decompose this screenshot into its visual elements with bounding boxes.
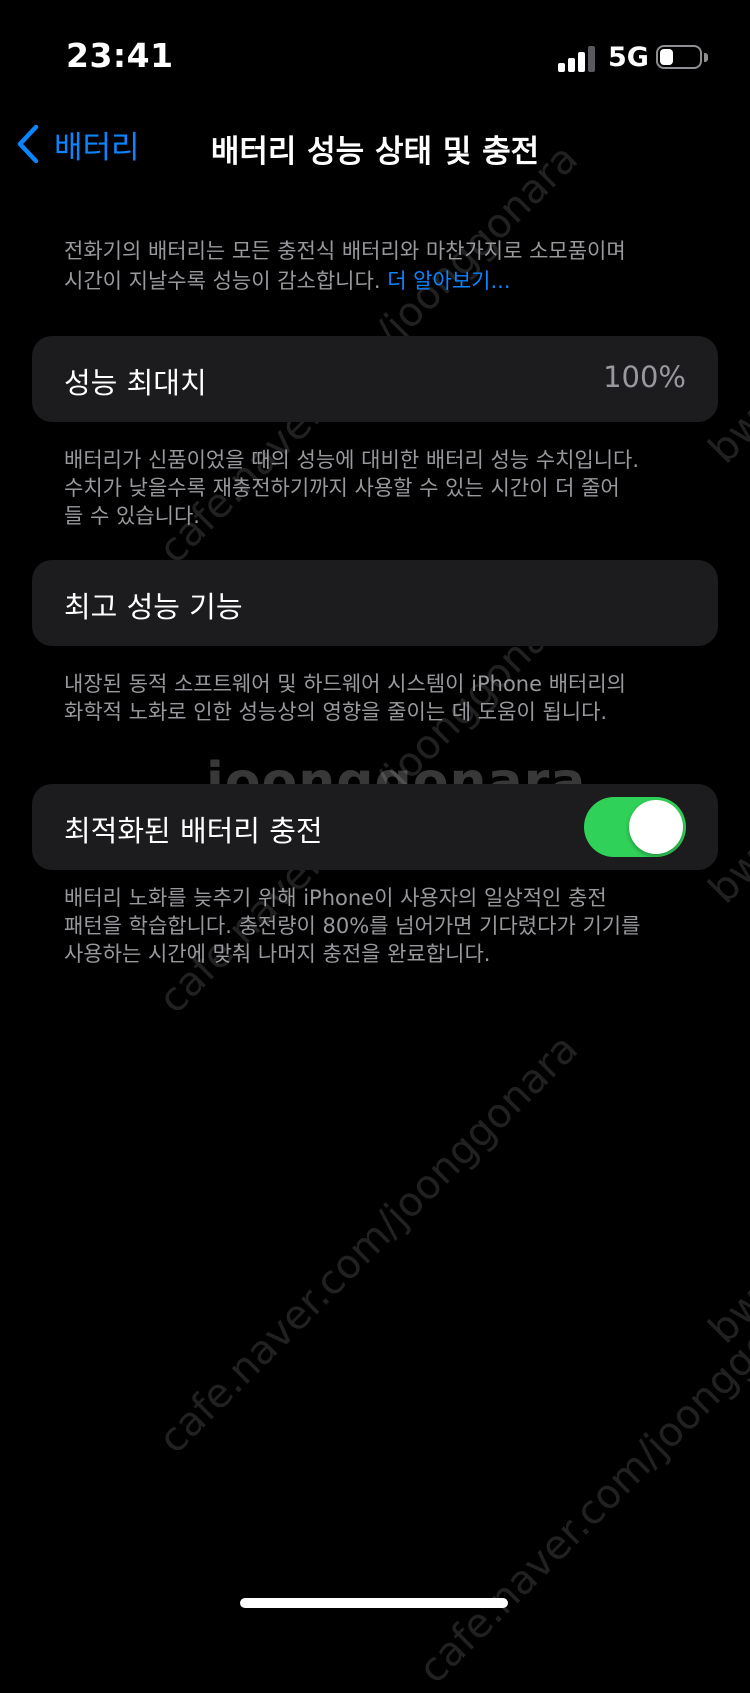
watermark-url-4: cafe.naver.com/joonggonara bbox=[410, 1255, 750, 1693]
optimized-charging-label: 최적화된 배터리 충전 bbox=[64, 814, 323, 848]
peak-performance-label: 최고 성능 기능 bbox=[64, 590, 243, 624]
max-capacity-value: 100% bbox=[603, 360, 686, 394]
footnote-line: 배터리 노화를 늦추기 위해 iPhone이 사용자의 일상적인 충전 bbox=[64, 886, 607, 910]
footnote-line: 패턴을 학습합니다. 충전량이 80%를 넘어가면 기다렸다가 기기를 bbox=[64, 914, 641, 938]
navigation-bar: 배터리 배터리 성능 상태 및 충전 bbox=[0, 112, 750, 176]
status-bar: 23:41 5G bbox=[0, 0, 750, 110]
footnote-line: 배터리가 신품이었을 때의 성능에 대비한 배터리 성능 수치입니다. bbox=[64, 448, 640, 472]
chevron-left-icon bbox=[17, 124, 39, 164]
max-capacity-footnote: 배터리가 신품이었을 때의 성능에 대비한 배터리 성능 수치입니다. 수치가 … bbox=[64, 446, 704, 530]
footnote-line: 사용하는 시간에 맞춰 나머지 충전을 완료합니다. bbox=[64, 942, 491, 966]
peak-performance-footnote: 내장된 동적 소프트웨어 및 하드웨어 시스템이 iPhone 배터리의 화학적… bbox=[64, 670, 704, 726]
intro-line-2: 시간이 지날수록 성능이 감소합니다. 더 알아보기... bbox=[64, 266, 704, 296]
max-capacity-label: 성능 최대치 bbox=[64, 366, 207, 400]
peak-performance-row: 최고 성능 기능 bbox=[32, 560, 718, 646]
intro-line-2-text: 시간이 지날수록 성능이 감소합니다. bbox=[64, 269, 381, 293]
max-capacity-row: 성능 최대치 100% bbox=[32, 336, 718, 422]
watermark-side-3: bw bbox=[700, 1278, 750, 1353]
footnote-line: 내장된 동적 소프트웨어 및 하드웨어 시스템이 iPhone 배터리의 bbox=[64, 672, 626, 696]
network-type: 5G bbox=[608, 42, 649, 73]
optimized-charging-row: 최적화된 배터리 충전 bbox=[32, 784, 718, 870]
home-indicator[interactable] bbox=[240, 1598, 508, 1608]
footnote-line: 수치가 낮을수록 재충전하기까지 사용할 수 있는 시간이 더 줄어 bbox=[64, 476, 620, 500]
back-button-label: 배터리 bbox=[54, 129, 140, 166]
learn-more-link[interactable]: 더 알아보기... bbox=[387, 269, 510, 293]
intro-text: 전화기의 배터리는 모든 충전식 배터리와 마찬가지로 소모품이며 시간이 지날… bbox=[64, 236, 704, 296]
page-title: 배터리 성능 상태 및 충전 bbox=[210, 134, 540, 170]
back-button[interactable]: 배터리 bbox=[16, 120, 140, 168]
optimized-charging-toggle[interactable] bbox=[584, 797, 686, 857]
toggle-knob bbox=[629, 800, 683, 854]
footnote-line: 들 수 있습니다. bbox=[64, 504, 200, 528]
watermark-url-3: cafe.naver.com/joonggonara bbox=[150, 1025, 587, 1463]
cellular-signal-icon bbox=[558, 46, 598, 72]
footnote-line: 화학적 노화로 인한 성능상의 영향을 줄이는 데 도움이 됩니다. bbox=[64, 700, 608, 724]
optimized-charging-footnote: 배터리 노화를 늦추기 위해 iPhone이 사용자의 일상적인 충전 패턴을 … bbox=[64, 884, 704, 968]
battery-icon bbox=[656, 45, 708, 71]
status-time: 23:41 bbox=[66, 36, 174, 75]
intro-line-1: 전화기의 배터리는 모든 충전식 배터리와 마찬가지로 소모품이며 bbox=[64, 239, 626, 263]
